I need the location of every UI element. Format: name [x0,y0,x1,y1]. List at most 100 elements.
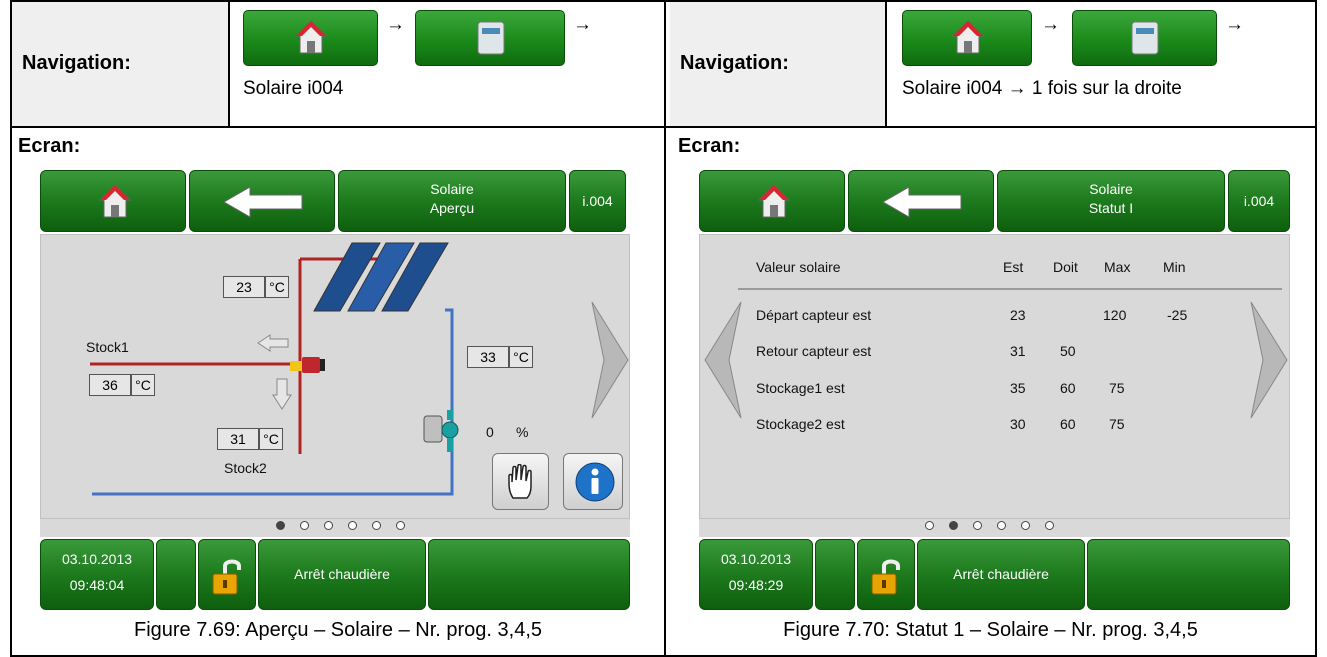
page-dot[interactable] [372,521,381,530]
date-text: 03.10.2013 [61,551,133,567]
table-header-divider [738,288,1282,290]
screen-code-badge: i.004 [569,170,626,232]
page-dot[interactable] [1045,521,1054,530]
row-doit: 50 [1060,343,1076,359]
row-label: Stockage2 est [756,416,845,432]
house-icon [98,184,132,218]
info-button[interactable] [563,453,623,510]
footer-blank-button[interactable] [815,539,855,610]
row-label: Départ capteur est [756,307,872,323]
footer-blank-button-2[interactable] [1087,539,1290,610]
right-nav-path: Solaire i004 → 1 fois sur la droite [902,78,1182,99]
page-dot[interactable] [997,521,1006,530]
stock1-temp-unit: °C [131,374,155,396]
footer-blank-button-2[interactable] [428,539,630,610]
lock-button[interactable] [857,539,915,610]
left-nav-arrow-2: → [573,14,592,35]
time-text: 09:48:04 [69,577,125,593]
arrow-left-icon [222,186,303,218]
return-temp-value: 33 [467,346,509,368]
arrow-left-gray-icon [257,334,289,352]
collector-temp-unit: °C [265,276,289,298]
valve-icon [290,357,325,373]
footer-blank-button[interactable] [156,539,196,610]
house-icon [757,184,791,218]
left-nav-boiler-button [415,10,565,66]
date-text: 03.10.2013 [720,551,792,567]
screen-title-line2: Aperçu [429,200,475,216]
page-dot[interactable] [348,521,357,530]
screen-title-line1: Solaire [1089,181,1133,197]
stock1-temp-value: 36 [89,374,131,396]
collector-temp-value: 23 [223,276,265,298]
solar-collector-icon [313,242,449,312]
stock2-temp-unit: °C [259,428,283,450]
right-navigation-label: Navigation: [680,52,789,74]
page-dot[interactable] [973,521,982,530]
house-icon [951,20,985,54]
pump-value: 0 [486,424,494,440]
boiler-status-button[interactable]: Arrêt chaudière [258,539,426,610]
boiler-icon [477,21,505,55]
screen-title-line1: Solaire [430,181,474,197]
unlock-icon [212,559,241,595]
time-text: 09:48:29 [728,577,784,593]
hand-icon [508,464,532,499]
right-nav-arrow-1: → [1041,14,1060,35]
lock-button[interactable] [198,539,256,610]
page-dot[interactable] [1021,521,1030,530]
boiler-status-button[interactable]: Arrêt chaudière [917,539,1085,610]
row-max: 75 [1109,416,1125,432]
left-nav-path: Solaire i004 [243,78,344,99]
table-header-doit: Doit [1053,259,1078,275]
boiler-icon [1131,21,1159,55]
next-page-chevron-icon[interactable] [1249,300,1289,420]
page-dot[interactable] [925,521,934,530]
left-figure-caption: Figure 7.69: Aperçu – Solaire – Nr. prog… [133,619,543,641]
screen-title-button: Solaire Aperçu [338,170,566,232]
page-dot[interactable] [949,521,958,530]
house-icon [294,20,328,54]
pump-icon [423,410,459,452]
status-panel [699,234,1290,519]
page-dot[interactable] [276,521,285,530]
row-doit: 60 [1060,380,1076,396]
page-indicator [699,519,1290,537]
page-dot[interactable] [324,521,333,530]
row-max: 75 [1109,380,1125,396]
row-max: 120 [1103,307,1127,323]
next-page-chevron-icon[interactable] [590,300,630,420]
home-button[interactable] [40,170,186,232]
stock2-temp-value: 31 [217,428,259,450]
row-est: 23 [1010,307,1026,323]
arrow-down-gray-icon [272,378,292,410]
row-est: 35 [1010,380,1026,396]
datetime-display: 03.10.2013 09:48:29 [699,539,813,610]
page-dot[interactable] [300,521,309,530]
home-button[interactable] [699,170,845,232]
row-label: Stockage1 est [756,380,845,396]
back-button[interactable] [848,170,994,232]
unlock-icon [871,559,900,595]
arrow-left-icon [881,186,962,218]
row-est: 31 [1010,343,1026,359]
manual-mode-button[interactable] [492,453,549,510]
prev-page-chevron-icon[interactable] [703,300,743,420]
left-nav-home-button [243,10,378,66]
table-header-label: Valeur solaire [756,259,841,275]
table-header-max: Max [1104,259,1131,275]
page-indicator [40,519,630,537]
table-header-est: Est [1003,259,1024,275]
info-icon [575,462,615,502]
stock1-label: Stock1 [86,339,129,355]
stock2-label: Stock2 [224,460,267,476]
row-est: 30 [1010,416,1026,432]
pump-unit: % [516,424,529,440]
right-nav-home-button [902,10,1032,66]
left-nav-arrow-1: → [386,14,405,35]
right-screen-label: Ecran: [678,135,741,157]
back-button[interactable] [189,170,335,232]
screen-code-badge: i.004 [1228,170,1290,232]
table-header-min: Min [1163,259,1186,275]
page-dot[interactable] [396,521,405,530]
